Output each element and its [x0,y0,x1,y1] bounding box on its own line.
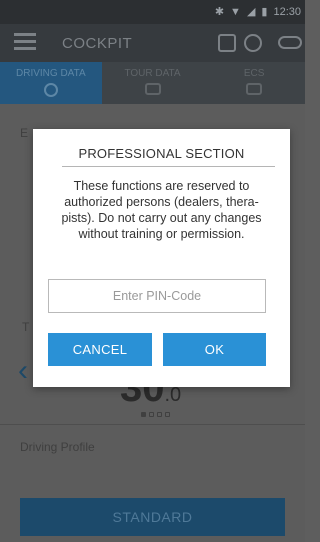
tab-ecs[interactable]: ECS [203,62,305,104]
page-dot[interactable] [165,412,170,417]
page-dot[interactable] [141,412,146,417]
dialog-message: These functions are reserved to authoriz… [61,179,262,241]
dialog-title: PROFESSIONAL SECTION [78,146,245,161]
status-bar: ✱ ▼ ◢ ▮ 12:30 [0,0,305,24]
page-dot[interactable] [149,412,154,417]
section-label: T [22,320,30,334]
section-label: E [20,126,29,140]
driving-profile-label: Driving Profile [20,440,95,454]
tab-label: ECS [243,68,265,79]
status-icons: ✱ ▼ ◢ ▮ 12:30 [214,5,301,19]
status-time: 12:30 [273,5,301,18]
app-bar: COCKPIT [0,24,305,62]
app-title: COCKPIT [62,35,133,52]
tab-label: DRIVING DATA [16,68,86,79]
page-dot[interactable] [157,412,162,417]
battery-level-icon[interactable] [218,34,236,52]
ok-button[interactable]: OK [163,333,266,366]
tab-driving-data[interactable]: DRIVING DATA [0,62,102,104]
signal-icon: ◢ [246,6,256,18]
menu-icon[interactable] [14,33,36,53]
pin-code-input[interactable] [48,279,266,313]
gauge-icon [144,83,161,95]
wifi-icon: ▼ [230,5,241,18]
cancel-button[interactable]: CANCEL [48,333,152,366]
profile-button[interactable]: STANDARD [20,498,285,536]
page-indicator [141,412,170,417]
tab-label: TOUR DATA [124,68,181,79]
chevron-left-icon[interactable]: ‹ [18,354,28,388]
battery-icon: ▮ [261,6,268,18]
divider [0,424,305,425]
tab-bar: DRIVING DATA TOUR DATA ECS [0,62,305,104]
professional-section-dialog: PROFESSIONAL SECTION These functions are… [33,129,290,387]
calendar-icon [246,83,263,95]
tab-tour-data[interactable]: TOUR DATA [102,62,204,104]
assist-icon[interactable] [244,34,262,52]
link-icon[interactable] [278,36,302,49]
divider [62,166,275,167]
speed-decimal: .0 [164,384,182,406]
bluetooth-icon: ✱ [214,6,225,18]
wheelchair-push-icon [43,83,58,97]
